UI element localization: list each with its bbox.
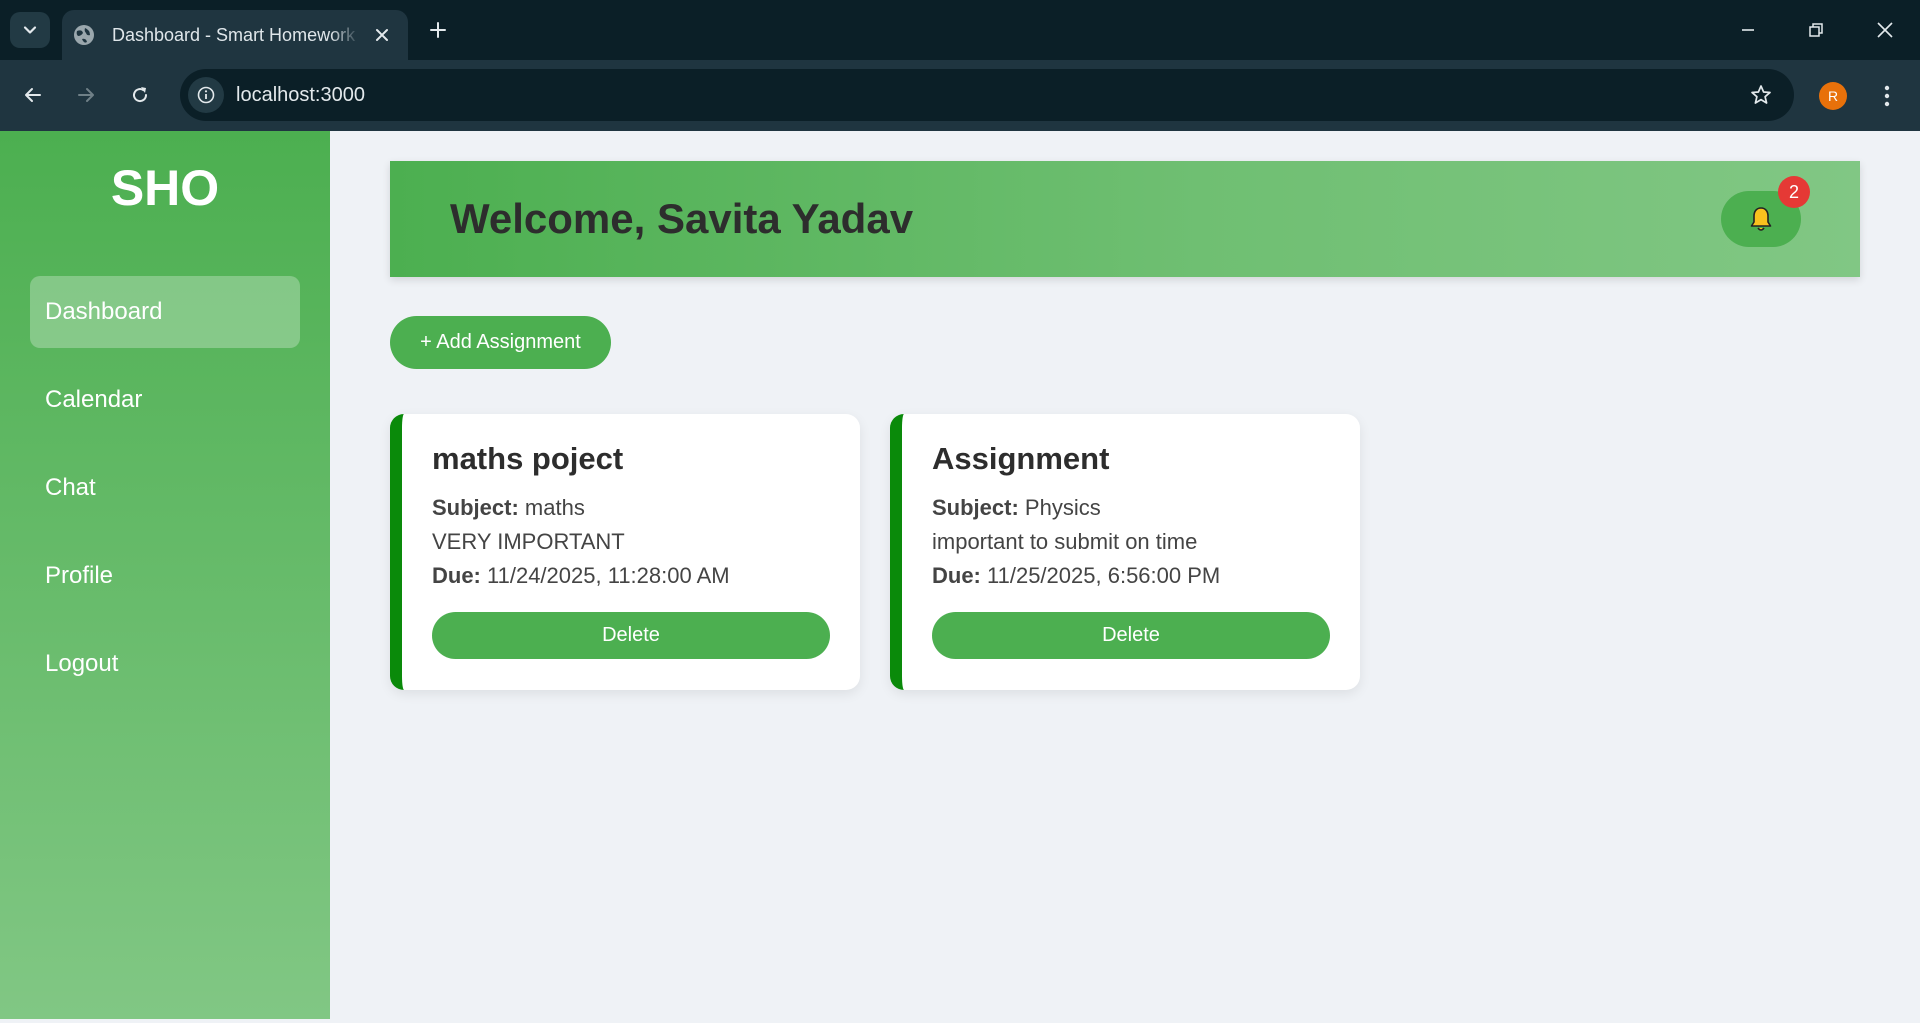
assignment-due: Due: 11/24/2025, 11:28:00 AM: [432, 559, 830, 593]
sidebar-item-logout[interactable]: Logout: [30, 628, 300, 700]
minimize-icon: [1742, 29, 1754, 31]
browser-tabstrip: Dashboard - Smart Homework Organizer: [0, 0, 1920, 60]
assignment-description: important to submit on time: [932, 529, 1198, 554]
assignment-subject: Subject: Physics: [932, 491, 1330, 525]
due-value: 11/25/2025, 6:56:00 PM: [987, 563, 1221, 588]
tab-search-button[interactable]: [10, 12, 50, 48]
info-icon[interactable]: [188, 77, 224, 113]
bell-icon: [1750, 207, 1772, 231]
notification-badge: 2: [1778, 176, 1810, 208]
sidebar-item-calendar[interactable]: Calendar: [30, 364, 300, 436]
back-button[interactable]: [13, 75, 53, 115]
close-icon: [1877, 22, 1893, 38]
add-assignment-button[interactable]: + Add Assignment: [390, 316, 611, 369]
kebab-menu-icon: [1884, 85, 1890, 107]
subject-label: Subject:: [932, 495, 1019, 520]
due-label: Due:: [432, 563, 481, 588]
assignment-due: Due: 11/25/2025, 6:56:00 PM: [932, 559, 1330, 593]
star-icon[interactable]: [1744, 78, 1778, 112]
restore-icon: [1809, 23, 1823, 37]
sidebar: SHO Dashboard Calendar Chat Profile Logo…: [0, 131, 330, 1019]
browser-menu-button[interactable]: [1870, 76, 1904, 116]
globe-icon: [72, 23, 96, 47]
minimize-button[interactable]: [1720, 6, 1776, 54]
subject-label: Subject:: [432, 495, 519, 520]
subject-value: maths: [524, 495, 585, 520]
page-header: Welcome, Savita Yadav 2: [390, 161, 1860, 277]
delete-button[interactable]: Delete: [932, 612, 1330, 659]
new-tab-button[interactable]: [420, 12, 456, 48]
sidebar-item-dashboard[interactable]: Dashboard: [30, 276, 300, 348]
arrow-right-icon: [78, 88, 94, 102]
main-content: Welcome, Savita Yadav 2 + Add Assignment…: [330, 131, 1920, 1023]
address-bar[interactable]: localhost:3000: [180, 69, 1794, 121]
sidebar-nav: Dashboard Calendar Chat Profile Logout: [30, 276, 300, 716]
close-icon[interactable]: [370, 23, 394, 47]
reload-button[interactable]: [120, 75, 160, 115]
sidebar-item-profile[interactable]: Profile: [30, 540, 300, 612]
restore-button[interactable]: [1788, 6, 1844, 54]
due-value: 11/24/2025, 11:28:00 AM: [487, 563, 730, 588]
due-label: Due:: [932, 563, 981, 588]
assignment-description: VERY IMPORTANT: [432, 529, 625, 554]
assignment-card: Assignment Subject: Physics important to…: [890, 414, 1360, 690]
window-close-button[interactable]: [1857, 6, 1913, 54]
welcome-title: Welcome, Savita Yadav: [450, 195, 914, 242]
plus-icon: [430, 22, 446, 38]
assignment-card: maths poject Subject: maths VERY IMPORTA…: [390, 414, 860, 690]
profile-avatar[interactable]: R: [1819, 82, 1847, 110]
assignment-list: maths poject Subject: maths VERY IMPORTA…: [390, 414, 1360, 690]
assignment-title: Assignment: [932, 441, 1110, 476]
forward-button[interactable]: [66, 75, 106, 115]
arrow-left-icon: [25, 88, 41, 102]
brand-logo: SHO: [110, 160, 220, 216]
sidebar-item-chat[interactable]: Chat: [30, 452, 300, 524]
subject-value: Physics: [1024, 495, 1101, 520]
delete-button[interactable]: Delete: [432, 612, 830, 659]
assignment-title: maths poject: [432, 441, 624, 476]
reload-icon: [133, 87, 148, 103]
browser-tab[interactable]: Dashboard - Smart Homework Organizer: [62, 10, 408, 60]
url-text[interactable]: localhost:3000: [236, 84, 365, 107]
assignment-subject: Subject: maths: [432, 491, 830, 525]
chevron-down-icon: [23, 26, 37, 34]
tab-title: Dashboard - Smart Homework Organizer: [112, 24, 360, 45]
browser-toolbar: localhost:3000 R: [0, 60, 1920, 131]
